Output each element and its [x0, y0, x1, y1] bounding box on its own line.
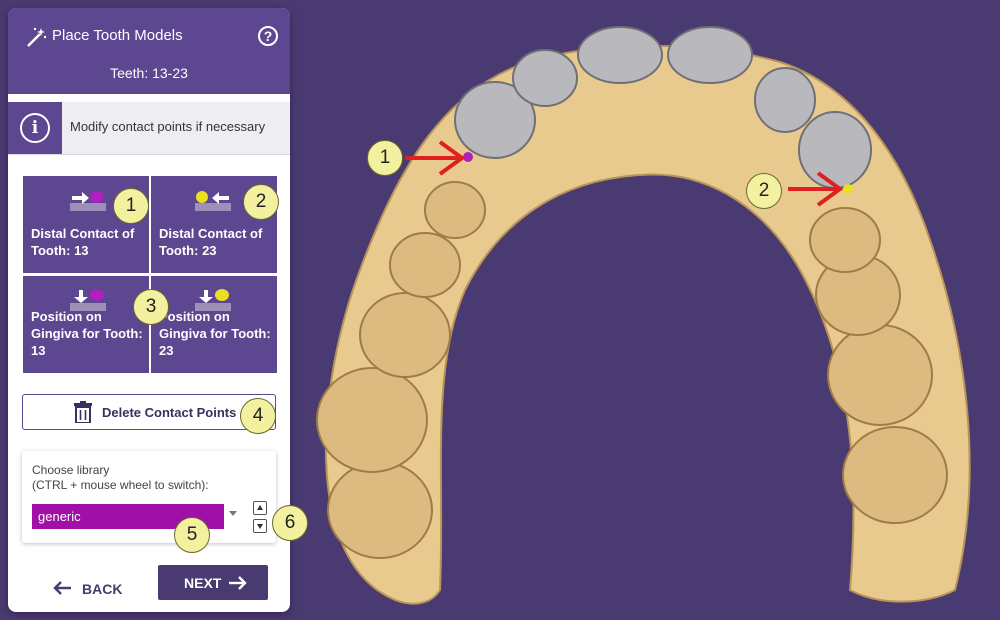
info-icon: i [20, 113, 50, 143]
info-text: Modify contact points if necessary [70, 119, 266, 134]
tile-label: Position on Gingiva for Tooth: 13 [31, 309, 143, 358]
back-label: BACK [82, 581, 123, 597]
teeth-range: Teeth: 13-23 [110, 65, 188, 81]
arrow-up-icon [257, 505, 263, 510]
gingiva-position-23-button[interactable]: Position on Gingiva for Tooth: 23 [151, 276, 277, 373]
callout-1: 1 [113, 188, 149, 224]
contact-point-1 [463, 152, 473, 162]
next-label: NEXT [184, 575, 222, 591]
callout-3: 3 [133, 289, 169, 325]
library-previous-button[interactable] [253, 501, 267, 515]
chevron-down-icon[interactable] [229, 511, 237, 516]
delete-button-label: Delete Contact Points [102, 405, 237, 420]
help-icon[interactable]: ? [258, 26, 278, 46]
delete-contact-points-button[interactable]: Delete Contact Points [22, 394, 276, 430]
trash-icon [74, 401, 92, 423]
library-stepper [253, 501, 267, 537]
next-button[interactable]: NEXT [158, 565, 268, 600]
arrow-left-icon [53, 581, 71, 595]
arrow-down-icon [257, 524, 263, 529]
library-next-button[interactable] [253, 519, 267, 533]
tile-label: Position on Gingiva for Tooth: 23 [159, 309, 271, 358]
library-card: Choose library (CTRL + mouse wheel to sw… [22, 451, 276, 543]
panel-header: Place Tooth Models ? Teeth: 13-23 [8, 8, 290, 94]
magic-wand-icon [27, 27, 47, 47]
distal-contact-right-icon [70, 191, 106, 211]
viewport-callout-1: 1 [367, 140, 403, 176]
callout-4: 4 [240, 398, 276, 434]
callout-2: 2 [243, 184, 279, 220]
back-button[interactable]: BACK [48, 572, 128, 604]
panel-title: Place Tooth Models [52, 27, 183, 44]
viewport-callout-2: 2 [746, 173, 782, 209]
callout-5: 5 [174, 517, 210, 553]
arrow-right-icon [229, 576, 247, 590]
gingiva-position-13-button[interactable]: Position on Gingiva for Tooth: 13 [23, 276, 149, 373]
tile-label: Distal Contact of Tooth: 23 [159, 226, 263, 258]
library-label: Choose library (CTRL + mouse wheel to sw… [32, 463, 209, 492]
callout-6: 6 [272, 505, 308, 541]
distal-contact-left-icon [195, 191, 231, 211]
tile-label: Distal Contact of Tooth: 13 [31, 226, 135, 258]
info-bar: i Modify contact points if necessary [8, 102, 290, 155]
contact-point-2 [843, 184, 853, 194]
